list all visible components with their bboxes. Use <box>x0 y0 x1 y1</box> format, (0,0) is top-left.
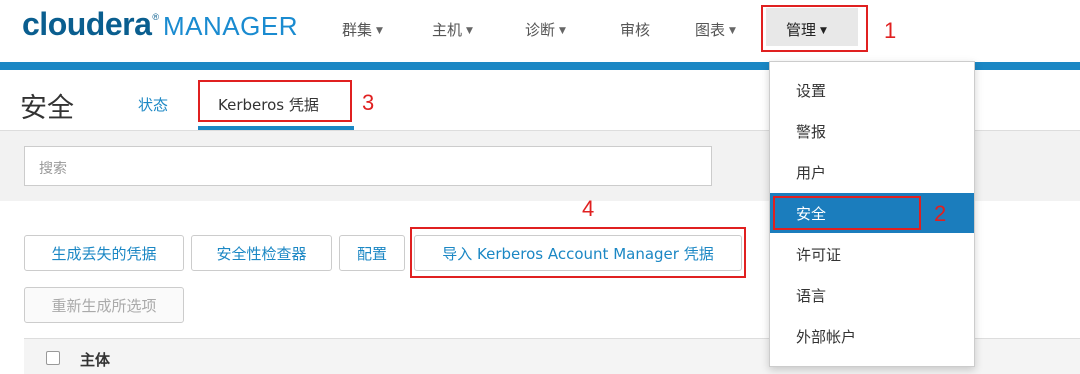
menu-item-external-accounts[interactable]: 外部帐户 <box>770 316 974 356</box>
page-title: 安全 <box>20 93 74 124</box>
menu-item-label: 设置 <box>796 82 827 100</box>
search-input[interactable]: 搜索 <box>24 146 712 186</box>
nav-hosts-label: 主机 <box>432 21 463 39</box>
top-navbar: cloudera® MANAGER 群集 ▼ 主机 ▼ 诊断 ▼ 审核 图表 ▼ 管理 ▼ <box>0 0 1080 62</box>
annotation-box-1 <box>761 5 868 52</box>
chevron-down-icon: ▼ <box>376 26 383 36</box>
chevron-down-icon: ▼ <box>559 26 566 36</box>
nav-clusters[interactable]: 群集 ▼ <box>342 19 383 40</box>
nav-charts-label: 图表 <box>695 21 726 39</box>
menu-item-settings[interactable]: 设置 <box>770 70 974 110</box>
configuration-button[interactable]: 配置 <box>339 235 405 271</box>
column-principal[interactable]: 主体 <box>80 349 110 370</box>
menu-item-license[interactable]: 许可证 <box>770 234 974 274</box>
annotation-number-2: 2 <box>934 201 947 226</box>
brand-registered-mark: ® <box>152 12 160 22</box>
brand-name: cloudera <box>22 6 152 42</box>
annotation-box-2 <box>773 196 921 230</box>
menu-item-label: 外部帐户 <box>796 328 857 346</box>
cloudera-manager-logo[interactable]: cloudera® MANAGER <box>22 6 298 43</box>
chevron-down-icon: ▼ <box>729 26 736 36</box>
menu-item-label: 用户 <box>796 164 827 182</box>
tab-status[interactable]: 状态 <box>138 94 168 115</box>
nav-diagnostics[interactable]: 诊断 ▼ <box>525 19 566 40</box>
annotation-box-4 <box>410 227 746 278</box>
nav-audits[interactable]: 审核 <box>620 19 650 40</box>
brand-product: MANAGER <box>163 11 298 41</box>
search-placeholder: 搜索 <box>39 161 67 177</box>
annotation-box-3 <box>198 80 352 122</box>
menu-item-label: 许可证 <box>796 246 842 264</box>
nav-charts[interactable]: 图表 ▼ <box>695 19 736 40</box>
annotation-number-1: 1 <box>884 18 897 43</box>
nav-clusters-label: 群集 <box>342 21 373 39</box>
chevron-down-icon: ▼ <box>466 26 473 36</box>
menu-item-alerts[interactable]: 警报 <box>770 111 974 151</box>
menu-item-label: 语言 <box>796 287 827 305</box>
generate-missing-credentials-button[interactable]: 生成丢失的凭据 <box>24 235 184 271</box>
annotation-number-4: 4 <box>582 196 595 221</box>
security-inspector-button[interactable]: 安全性检查器 <box>191 235 332 271</box>
menu-item-language[interactable]: 语言 <box>770 275 974 315</box>
nav-audits-label: 审核 <box>620 21 651 39</box>
menu-item-label: 警报 <box>796 123 827 141</box>
annotation-number-3: 3 <box>362 90 375 115</box>
regenerate-selected-button[interactable]: 重新生成所选项 <box>24 287 184 323</box>
nav-hosts[interactable]: 主机 ▼ <box>432 19 473 40</box>
menu-item-users[interactable]: 用户 <box>770 152 974 192</box>
nav-diagnostics-label: 诊断 <box>525 21 556 39</box>
select-all-checkbox[interactable] <box>46 351 60 365</box>
